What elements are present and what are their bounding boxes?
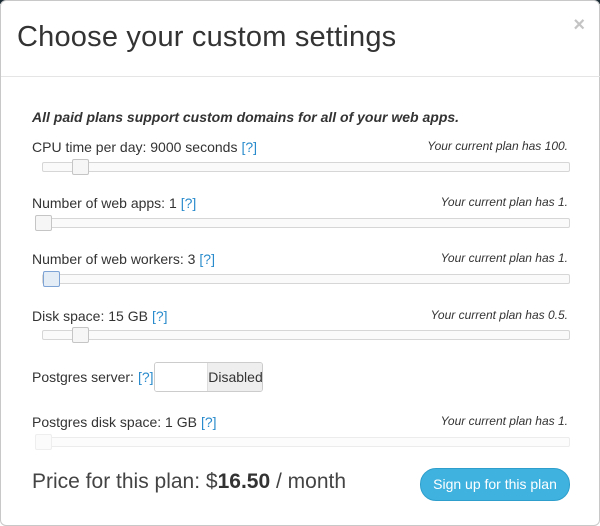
disk-label: Disk space: 15 GB <box>32 308 148 324</box>
cpu-slider-handle[interactable] <box>71 159 89 175</box>
web-apps-current-plan: Your current plan has 1. <box>440 195 568 209</box>
postgres-label: Postgres server: <box>32 369 134 385</box>
cpu-label: CPU time per day: 9000 seconds <box>32 139 238 155</box>
web-workers-label-row: Number of web workers: 3 [?] <box>32 251 215 267</box>
dialog-title: Choose your custom settings <box>17 21 397 53</box>
web-apps-help-link[interactable]: [?] <box>181 195 197 211</box>
web-workers-slider[interactable] <box>42 271 570 287</box>
web-apps-label-row: Number of web apps: 1 [?] <box>32 195 196 211</box>
web-workers-help-link[interactable]: [?] <box>199 251 215 267</box>
web-apps-slider-handle[interactable] <box>35 215 52 231</box>
disk-slider[interactable] <box>42 327 570 343</box>
web-apps-slider[interactable] <box>35 215 570 231</box>
postgres-label-row: Postgres server: [?] <box>32 369 154 385</box>
price-amount: 16.50 <box>217 470 271 493</box>
web-workers-current-plan: Your current plan has 1. <box>440 251 568 265</box>
postgres-disk-current-plan: Your current plan has 1. <box>440 414 568 428</box>
sign-up-button[interactable]: Sign up for this plan <box>420 468 570 501</box>
cpu-slider[interactable] <box>42 159 570 175</box>
postgres-disk-slider-handle <box>35 434 52 450</box>
dialog-header: Choose your custom settings × <box>1 1 600 77</box>
web-workers-label: Number of web workers: 3 <box>32 251 196 267</box>
postgres-disk-slider <box>35 434 570 450</box>
disk-current-plan: Your current plan has 0.5. <box>430 308 568 322</box>
postgres-toggle[interactable]: Disabled <box>154 362 263 392</box>
disk-label-row: Disk space: 15 GB [?] <box>32 308 168 324</box>
price-suffix: / month <box>270 470 347 493</box>
postgres-disk-help-link[interactable]: [?] <box>201 414 217 430</box>
web-workers-slider-handle[interactable] <box>42 271 60 287</box>
custom-domains-note: All paid plans support custom domains fo… <box>32 109 460 125</box>
price-prefix: Price for this plan: $ <box>32 470 218 493</box>
web-apps-label: Number of web apps: 1 <box>32 195 177 211</box>
cpu-current-plan: Your current plan has 100. <box>427 139 568 153</box>
disk-slider-handle[interactable] <box>71 327 89 343</box>
close-icon[interactable]: × <box>573 15 585 35</box>
postgres-toggle-state: Disabled <box>208 363 262 391</box>
disk-help-link[interactable]: [?] <box>152 308 168 324</box>
postgres-disk-label: Postgres disk space: 1 GB <box>32 414 197 430</box>
postgres-help-link[interactable]: [?] <box>138 369 154 385</box>
plan-price: Price for this plan: $16.50 / month <box>32 470 346 494</box>
postgres-disk-label-row: Postgres disk space: 1 GB [?] <box>32 414 217 430</box>
cpu-help-link[interactable]: [?] <box>241 139 257 155</box>
custom-settings-dialog: Choose your custom settings × All paid p… <box>0 0 600 526</box>
cpu-label-row: CPU time per day: 9000 seconds [?] <box>32 139 257 155</box>
postgres-toggle-knob[interactable] <box>155 363 208 391</box>
